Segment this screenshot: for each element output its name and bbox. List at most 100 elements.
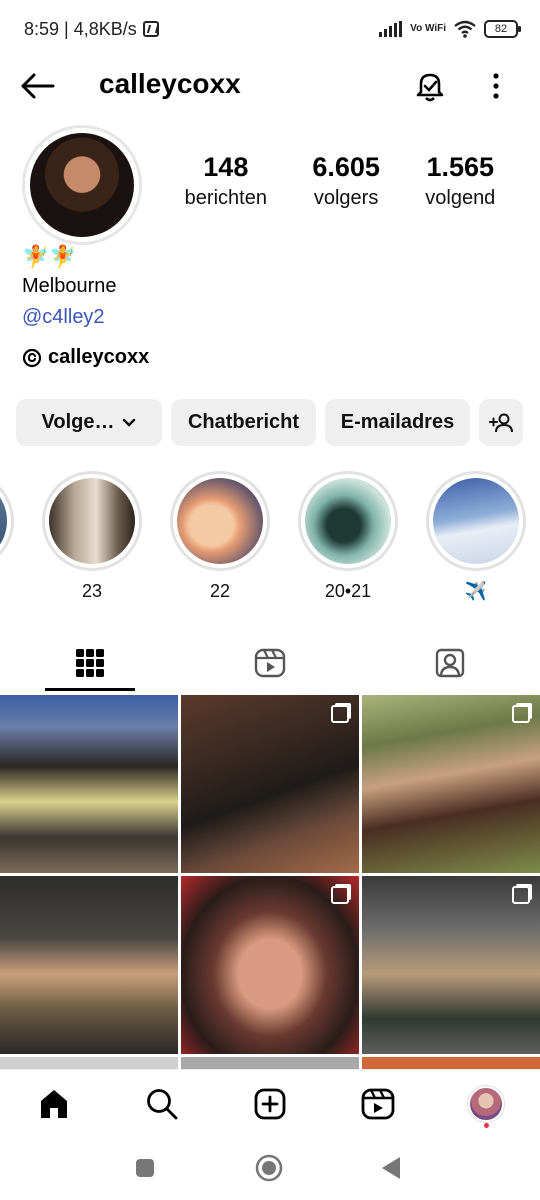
post-thumbnail[interactable] bbox=[362, 876, 540, 1054]
vowifi-label: Vo WiFi bbox=[410, 23, 446, 34]
reels-icon bbox=[361, 1088, 395, 1120]
nav-reels[interactable] bbox=[358, 1084, 398, 1124]
profile-tabs bbox=[0, 636, 540, 692]
notifications-button[interactable] bbox=[412, 68, 448, 104]
stat-followers[interactable]: 6.605 volgers bbox=[312, 152, 380, 210]
message-button[interactable]: Chatbericht bbox=[171, 399, 316, 446]
threads-handle: calleycoxx bbox=[48, 346, 150, 368]
carousel-icon bbox=[512, 886, 530, 904]
post-thumbnail[interactable] bbox=[0, 876, 178, 1054]
reels-icon bbox=[254, 648, 286, 678]
post-thumbnail[interactable] bbox=[181, 695, 359, 873]
followers-count: 6.605 bbox=[312, 152, 380, 182]
highlight-image bbox=[305, 478, 391, 564]
highlight-label: ✈️ bbox=[464, 581, 488, 601]
posts-count: 148 bbox=[203, 152, 249, 182]
highlight-item[interactable]: ✈️ bbox=[426, 471, 526, 602]
more-options-button[interactable] bbox=[482, 70, 510, 102]
highlight-item[interactable]: 20•21 bbox=[298, 471, 398, 602]
status-right: Vo WiFi 82 bbox=[379, 20, 521, 38]
post-thumbnail[interactable] bbox=[362, 695, 540, 873]
notification-dot bbox=[484, 1123, 489, 1128]
home-icon bbox=[41, 1090, 67, 1118]
add-user-button[interactable] bbox=[479, 399, 523, 446]
active-tab-indicator bbox=[45, 688, 135, 691]
profile-actions: Volge… Chatbericht E-mailadres bbox=[16, 399, 523, 446]
highlight-ring bbox=[298, 471, 398, 571]
back-arrow-icon bbox=[21, 73, 55, 99]
home-button[interactable] bbox=[254, 1153, 284, 1183]
profile-header: calleycoxx bbox=[0, 58, 540, 114]
nav-search[interactable] bbox=[142, 1084, 182, 1124]
wifi-icon bbox=[454, 20, 476, 38]
nav-create[interactable] bbox=[250, 1084, 290, 1124]
post-thumbnail[interactable] bbox=[0, 695, 178, 873]
profile-avatar[interactable] bbox=[22, 125, 142, 245]
followers-label: volgers bbox=[313, 187, 379, 209]
tab-tagged[interactable] bbox=[405, 636, 495, 690]
status-bar: 8:59 | 4,8KB/s Vo WiFi 82 bbox=[0, 0, 540, 58]
chevron-down-icon bbox=[123, 418, 136, 427]
signal-icon bbox=[379, 21, 403, 37]
highlight-image bbox=[433, 478, 519, 564]
carousel-icon bbox=[331, 705, 349, 723]
threads-icon bbox=[22, 348, 42, 367]
nav-profile[interactable] bbox=[466, 1084, 506, 1124]
following-label: volgend bbox=[425, 187, 496, 209]
posts-label: berichten bbox=[184, 187, 267, 209]
circle-icon bbox=[255, 1154, 283, 1182]
status-time: 8:59 | 4,8KB/s bbox=[24, 18, 137, 39]
stat-posts[interactable]: 148 berichten bbox=[185, 152, 267, 210]
highlight-image bbox=[49, 478, 135, 564]
back-button[interactable] bbox=[376, 1153, 406, 1183]
post-thumbnail[interactable] bbox=[181, 876, 359, 1054]
page-title: calleycoxx bbox=[99, 68, 241, 99]
threads-badge[interactable]: calleycoxx bbox=[22, 346, 149, 369]
story-highlights: 23 22 20•21 ✈️ bbox=[0, 471, 540, 611]
highlight-partial[interactable] bbox=[0, 471, 14, 571]
post-thumbnail[interactable] bbox=[362, 1057, 540, 1069]
grid-icon bbox=[76, 649, 104, 677]
bio-emoji: 🧚🧚 bbox=[22, 244, 77, 269]
notification-bell-icon bbox=[416, 73, 444, 102]
post-thumbnail[interactable] bbox=[181, 1057, 359, 1069]
following-button[interactable]: Volge… bbox=[16, 399, 162, 446]
profile-avatar-small bbox=[468, 1086, 504, 1122]
carousel-icon bbox=[331, 886, 349, 904]
highlight-label: 23 bbox=[81, 581, 103, 601]
square-icon bbox=[136, 1159, 154, 1177]
status-left: 8:59 | 4,8KB/s bbox=[24, 19, 159, 40]
posts-grid bbox=[0, 695, 540, 1069]
bio-link[interactable]: @c4lley2 bbox=[22, 306, 105, 329]
recents-button[interactable] bbox=[130, 1153, 160, 1183]
triangle-back-icon bbox=[382, 1157, 400, 1179]
add-user-icon bbox=[489, 413, 513, 432]
stat-following[interactable]: 1.565 volgend bbox=[425, 152, 495, 210]
highlight-item[interactable]: 23 bbox=[42, 471, 142, 602]
following-button-label: Volge… bbox=[41, 411, 115, 433]
post-thumbnail[interactable] bbox=[0, 1057, 178, 1069]
highlight-label: 20•21 bbox=[324, 581, 372, 601]
nfc-icon bbox=[142, 21, 159, 37]
nav-home[interactable] bbox=[34, 1084, 74, 1124]
more-options-icon bbox=[493, 73, 499, 99]
profile-stats: 148 berichten 6.605 volgers 1.565 volgen… bbox=[162, 152, 518, 210]
highlight-label: 22 bbox=[209, 581, 231, 601]
bio-location: Melbourne bbox=[22, 275, 117, 297]
highlight-image bbox=[177, 478, 263, 564]
highlight-item[interactable]: 22 bbox=[170, 471, 270, 602]
create-icon bbox=[254, 1088, 286, 1120]
system-navigation bbox=[0, 1141, 540, 1200]
bottom-navigation bbox=[0, 1069, 540, 1141]
highlight-ring bbox=[426, 471, 526, 571]
following-count: 1.565 bbox=[426, 152, 495, 182]
tab-reels[interactable] bbox=[225, 636, 315, 690]
carousel-icon bbox=[512, 705, 530, 723]
search-icon bbox=[147, 1089, 178, 1120]
tab-posts-grid[interactable] bbox=[45, 636, 135, 690]
back-button[interactable] bbox=[20, 72, 56, 100]
highlight-ring bbox=[170, 471, 270, 571]
battery-indicator: 82 bbox=[484, 20, 521, 38]
tagged-icon bbox=[435, 648, 465, 678]
email-button[interactable]: E-mailadres bbox=[325, 399, 470, 446]
